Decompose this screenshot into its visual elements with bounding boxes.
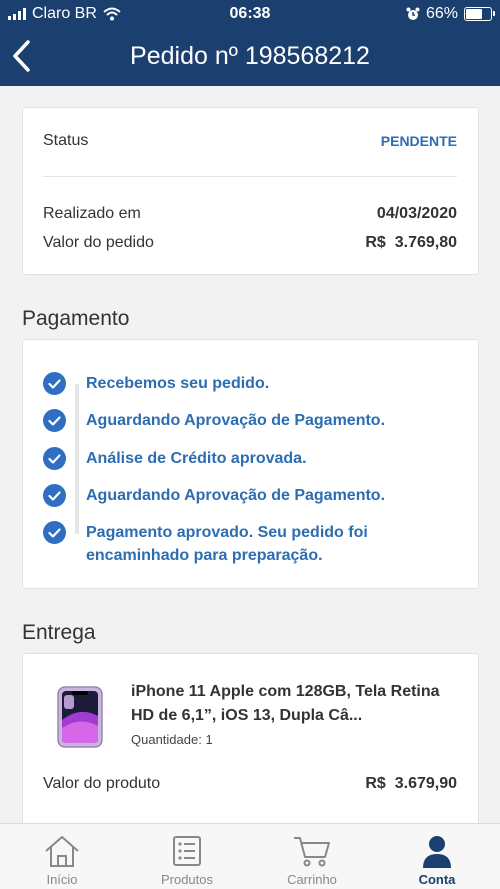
product-image: [57, 686, 103, 748]
check-icon: [43, 521, 66, 544]
date-label: Realizado em: [43, 205, 141, 222]
status-badge: PENDENTE: [380, 133, 457, 149]
list-icon: [173, 836, 201, 866]
order-summary-card: Status PENDENTE Realizado em 04/03/2020 …: [22, 107, 479, 275]
battery-percent: 66%: [425, 5, 458, 22]
bottom-tab-bar: Início Produtos Carrinho Conta: [0, 823, 500, 889]
tab-label: Carrinho: [287, 872, 337, 887]
status-bar: Claro BR 06:38 66%: [0, 0, 500, 30]
payment-step: Pagamento aprovado. Seu pedido foi encam…: [43, 521, 458, 567]
product-price-value: R$ 3.679,90: [365, 775, 457, 792]
payment-section-title: Pagamento: [22, 307, 130, 330]
product-name[interactable]: iPhone 11 Apple com 128GB, Tela Retina H…: [131, 680, 451, 728]
payment-step: Análise de Crédito aprovada.: [43, 447, 458, 470]
product-price-row: Valor do produto R$ 3.679,90: [43, 775, 457, 793]
step-text: Pagamento aprovado. Seu pedido foi encam…: [86, 524, 368, 564]
tab-label: Início: [46, 872, 78, 887]
payment-card: Recebemos seu pedido. Aguardando Aprovaç…: [22, 339, 479, 589]
status-right: 66%: [406, 5, 495, 23]
status-label: Status: [43, 132, 89, 149]
tab-inicio[interactable]: Início: [12, 824, 112, 889]
check-icon: [43, 372, 66, 395]
check-icon: [43, 484, 66, 507]
step-text: Recebemos seu pedido.: [86, 375, 270, 392]
step-text: Aguardando Aprovação de Pagamento.: [86, 487, 386, 504]
total-label: Valor do pedido: [43, 234, 154, 251]
user-icon: [423, 836, 451, 868]
battery-icon: [464, 7, 495, 21]
home-icon: [45, 836, 79, 867]
product-quantity: Quantidade: 1: [131, 732, 213, 747]
date-row: Realizado em 04/03/2020: [43, 205, 457, 223]
check-icon: [43, 447, 66, 470]
total-row: Valor do pedido R$ 3.769,80: [43, 234, 457, 252]
divider: [43, 176, 457, 177]
delivery-section-title: Entrega: [22, 621, 96, 644]
status-row: Status PENDENTE: [43, 132, 457, 150]
payment-step: Recebemos seu pedido.: [43, 372, 458, 395]
step-text: Aguardando Aprovação de Pagamento.: [86, 412, 386, 429]
product-price-label: Valor do produto: [43, 775, 161, 792]
alarm-icon: [406, 7, 420, 20]
tab-produtos[interactable]: Produtos: [137, 824, 237, 889]
cart-icon: [294, 837, 330, 867]
tab-label: Produtos: [160, 872, 214, 887]
date-value: 04/03/2020: [376, 205, 457, 222]
tab-label: Conta: [418, 872, 456, 887]
step-text: Análise de Crédito aprovada.: [86, 450, 307, 467]
payment-step: Aguardando Aprovação de Pagamento.: [43, 484, 458, 507]
page-title: Pedido nº 198568212: [130, 42, 370, 70]
tab-conta[interactable]: Conta: [387, 824, 487, 889]
app-header: Claro BR 06:38 66% Pedido nº 198568212: [0, 0, 500, 86]
tab-carrinho[interactable]: Carrinho: [262, 824, 362, 889]
check-icon: [43, 409, 66, 432]
total-value: R$ 3.769,80: [365, 234, 457, 251]
payment-step: Aguardando Aprovação de Pagamento.: [43, 409, 458, 432]
delivery-card[interactable]: iPhone 11 Apple com 128GB, Tela Retina H…: [22, 653, 479, 843]
